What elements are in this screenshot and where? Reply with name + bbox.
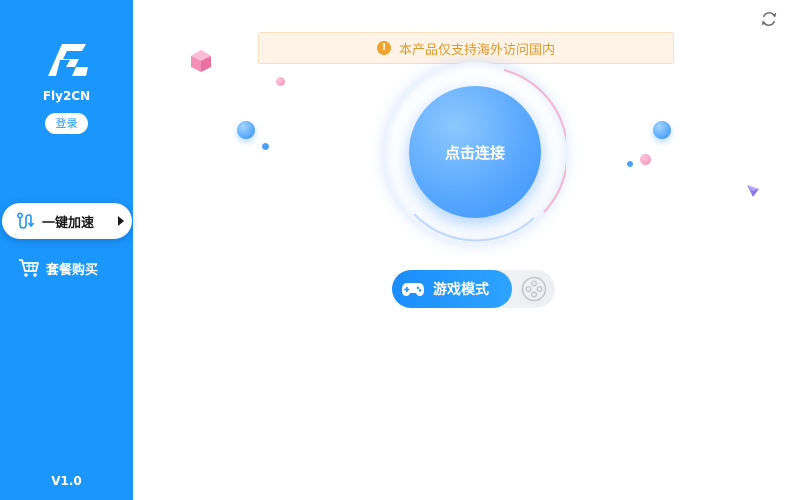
notice-banner: ! 本产品仅支持海外访问国内 <box>258 32 674 64</box>
sidebar: Fly2CN 登录 一键加速 套餐购买 V1.0 <box>0 0 133 500</box>
bubble-decoration <box>262 143 269 150</box>
refresh-icon[interactable] <box>760 10 778 28</box>
caret-right-icon <box>118 216 124 226</box>
bubble-decoration <box>640 154 651 165</box>
gamepad-icon <box>402 283 424 296</box>
cart-icon <box>19 259 39 277</box>
bubble-decoration <box>237 121 255 139</box>
game-mode-on-button[interactable]: 游戏模式 <box>392 270 512 308</box>
triangle-decoration-icon <box>747 185 759 197</box>
brand-name: Fly2CN <box>42 89 91 103</box>
bubble-decoration <box>276 77 285 86</box>
nav-item-label: 套餐购买 <box>46 262 99 278</box>
notice-text: 本产品仅支持海外访问国内 <box>398 42 555 58</box>
game-mode-label: 游戏模式 <box>433 282 489 298</box>
info-icon: ! <box>376 41 391 55</box>
bubble-decoration <box>627 161 633 167</box>
cube-decoration-icon <box>191 50 211 72</box>
app-window: Fly2CN 登录 一键加速 套餐购买 V1.0 ! 本产品仅支持海外访问国内 … <box>0 0 800 500</box>
nav-item-purchase[interactable]: 套餐购买 <box>18 256 98 280</box>
film-reel-icon[interactable] <box>521 276 547 302</box>
nav-item-accelerate[interactable]: 一键加速 <box>2 203 132 239</box>
game-mode-toggle[interactable]: 游戏模式 <box>392 270 555 308</box>
nav-item-label: 一键加速 <box>42 215 95 231</box>
route-icon <box>16 212 34 229</box>
logo-icon <box>48 44 88 76</box>
version-label: V1.0 <box>51 474 82 488</box>
bubble-decoration <box>653 121 671 139</box>
connect-button[interactable]: 点击连接 <box>409 86 541 218</box>
login-button[interactable]: 登录 <box>45 113 88 134</box>
